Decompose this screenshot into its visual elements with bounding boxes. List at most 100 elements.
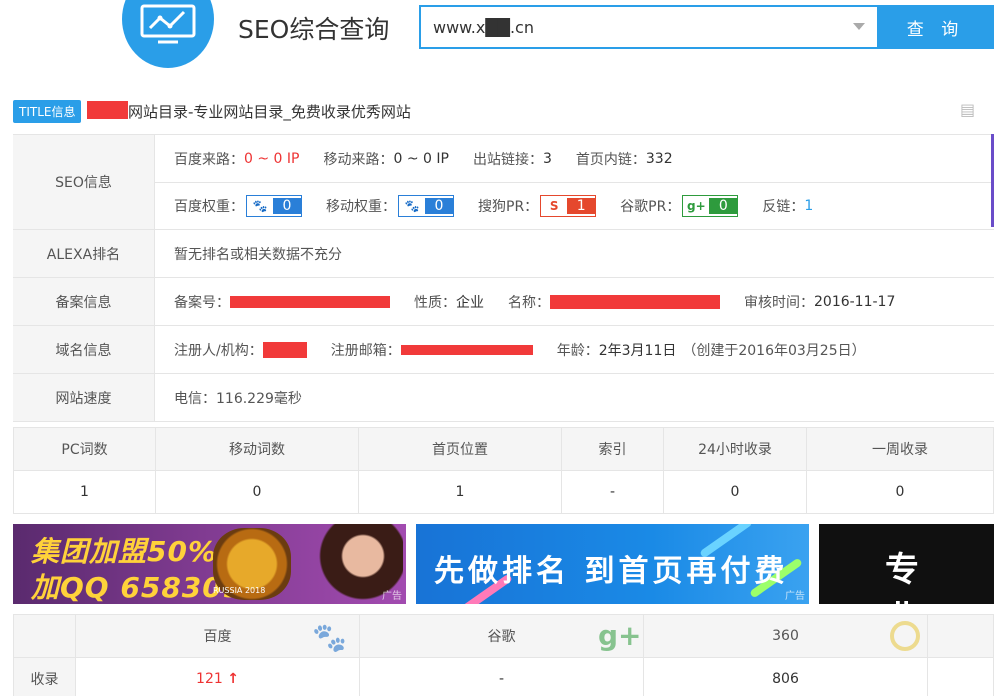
kw-header: 首页位置: [358, 427, 562, 471]
engine-index-table: 百度 🐾 谷歌 g+ 360 收录 121 ↑ - 806: [13, 614, 994, 696]
alexa-row: ALEXA排名 暂无排名或相关数据不充分: [13, 230, 994, 278]
kw-header: 索引: [561, 427, 664, 471]
google-index-cell: -: [359, 657, 644, 696]
eng-header-360: 360: [643, 614, 928, 658]
paw-icon: 🐾: [247, 196, 273, 216]
kw-cell[interactable]: 0: [663, 470, 807, 514]
eng-header-baidu: 百度 🐾: [75, 614, 360, 658]
icp-type-value: 企业: [456, 294, 484, 311]
seo-info-table: SEO信息 百度来路： 0 ~ 0 IP 移动来路： 0 ~ 0 IP 出站链接： 3…: [13, 134, 994, 422]
redacted-block: [262, 341, 307, 358]
ad2-text: 先做排名 到首页再付费: [434, 554, 789, 589]
kw-cell[interactable]: 0: [806, 470, 994, 514]
icp-audit-value: 2016-11-17: [814, 293, 896, 310]
table-row: 收录 121 ↑ - 806: [13, 657, 994, 696]
paw-icon: 🐾: [399, 196, 425, 216]
baidu-traffic-unit: IP: [286, 150, 300, 167]
icp-row: 备案信息 备案号： 性质： 企业 名称： 审核时间： 2016-11-17: [13, 278, 994, 326]
outlinks-value[interactable]: 3: [543, 151, 552, 167]
google-pr-badge[interactable]: g+ 0: [682, 195, 739, 217]
brand-title: SEO综合查询: [238, 15, 390, 44]
field-label: 移动来路：: [323, 151, 394, 168]
kw-cell[interactable]: 0: [155, 470, 359, 514]
kw-header: PC词数: [13, 427, 156, 471]
baidu-traffic-value: 0 ~ 0: [244, 150, 283, 167]
ad-mark: 广告: [382, 591, 402, 602]
seo-info-row: SEO信息 百度来路： 0 ~ 0 IP 移动来路： 0 ~ 0 IP 出站链接： 3…: [13, 135, 994, 230]
ad1-sub: RUSSIA 2018: [213, 586, 266, 595]
eng-header-label: 360: [772, 628, 799, 644]
field-label: 出站链接：: [472, 151, 543, 168]
360-index-cell[interactable]: 806: [643, 657, 928, 696]
kw-cell: -: [561, 470, 664, 514]
row-label: 域名信息: [13, 326, 155, 373]
eng-cell: [927, 657, 994, 696]
chevron-down-icon[interactable]: [853, 23, 865, 30]
field-label: 注册人/机构：: [174, 342, 263, 359]
domain-search-input[interactable]: [421, 7, 841, 47]
redacted-block: [230, 295, 390, 308]
field-label: 名称：: [508, 294, 550, 311]
eng-header-label: 百度: [203, 629, 232, 645]
query-button[interactable]: 查 询: [877, 5, 994, 49]
domain-created: （创建于2016年03月25日）: [682, 342, 866, 359]
sogou-icon: S: [541, 196, 568, 216]
domain-row: 域名信息 注册人/机构： 注册邮箱： 年龄： 2年3月11日 （创建于2016年0…: [13, 326, 994, 374]
field-label: 反链：: [762, 199, 805, 215]
paw-icon: 🐾: [312, 621, 347, 654]
eng-header: [13, 614, 76, 658]
mobile-traffic-value: 0 ~ 0 IP: [393, 150, 449, 167]
speed-row: 网站速度 电信：116.229毫秒: [13, 374, 994, 422]
field-label: 备案号：: [174, 294, 230, 311]
field-label: 首页内链：: [575, 151, 646, 168]
title-tag: TITLE信息: [13, 100, 82, 123]
field-label: 谷歌PR：: [620, 199, 681, 215]
redacted-block: [87, 101, 128, 119]
ad-mark: 广告: [785, 591, 805, 602]
field-label: 百度权重：: [174, 199, 244, 215]
row-label: 备案信息: [13, 278, 155, 325]
sogou-pr-badge[interactable]: S1: [540, 195, 597, 217]
ad-banner-2[interactable]: 先做排名 到首页再付费 广告: [416, 524, 809, 604]
field-label: 搜狗PR：: [478, 199, 539, 215]
baidu-index-cell[interactable]: 121 ↑: [75, 657, 360, 696]
kw-header: 一周收录: [806, 427, 994, 471]
mobile-weight-badge[interactable]: 🐾 0: [398, 195, 454, 217]
chart-monitor-icon: [140, 4, 196, 44]
ad-banner-1[interactable]: 集团加盟50% 加QQ 6583091 RUSSIA 2018 广告: [13, 524, 406, 604]
row-label: ALEXA排名: [13, 230, 155, 277]
baidu-weight-badge[interactable]: 🐾 0: [246, 195, 302, 217]
baidu-index-value[interactable]: 121: [196, 671, 223, 687]
search-box[interactable]: [419, 5, 879, 49]
inlinks-value[interactable]: 332: [646, 151, 673, 167]
redacted-block: [400, 344, 533, 355]
kw-cell[interactable]: 1: [358, 470, 562, 514]
layers-icon[interactable]: ▤: [960, 100, 994, 124]
backlinks-link[interactable]: 1: [804, 198, 813, 214]
row-label: 网站速度: [13, 374, 155, 421]
eng-header-label: 谷歌: [487, 629, 516, 645]
ad3-text: 专 业: [885, 550, 929, 604]
table-row: 1 0 1 - 0 0: [13, 470, 994, 514]
google-plus-icon: g+: [598, 619, 642, 652]
eng-header-google: 谷歌 g+: [359, 614, 644, 658]
ad-banner-3[interactable]: 专 业: [819, 524, 994, 604]
speed-value: 电信：116.229毫秒: [174, 390, 302, 407]
eng-header: [927, 614, 994, 658]
alexa-value: 暂无排名或相关数据不充分: [174, 246, 342, 263]
field-label: 年龄：: [556, 342, 599, 359]
kw-cell[interactable]: 1: [13, 470, 156, 514]
field-label: 审核时间：: [744, 294, 814, 311]
kw-header: 移动词数: [155, 427, 359, 471]
ad1-line1: 集团加盟50%: [31, 535, 218, 568]
site-title: 网站目录-专业网站目录_免费收录优秀网站: [128, 103, 411, 121]
field-label: 性质：: [414, 294, 456, 311]
row-label: 收录: [13, 657, 76, 696]
keyword-table: PC词数 移动词数 首页位置 索引 24小时收录 一周收录 1 0 1 - 0 …: [13, 427, 994, 514]
redacted-block: [550, 294, 720, 309]
field-label: 移动权重：: [326, 199, 396, 215]
field-label: 注册邮箱：: [330, 342, 401, 359]
field-label: 百度来路：: [174, 151, 244, 168]
domain-age-value: 2年3月11日: [598, 342, 677, 359]
site-logo[interactable]: [122, 0, 214, 68]
